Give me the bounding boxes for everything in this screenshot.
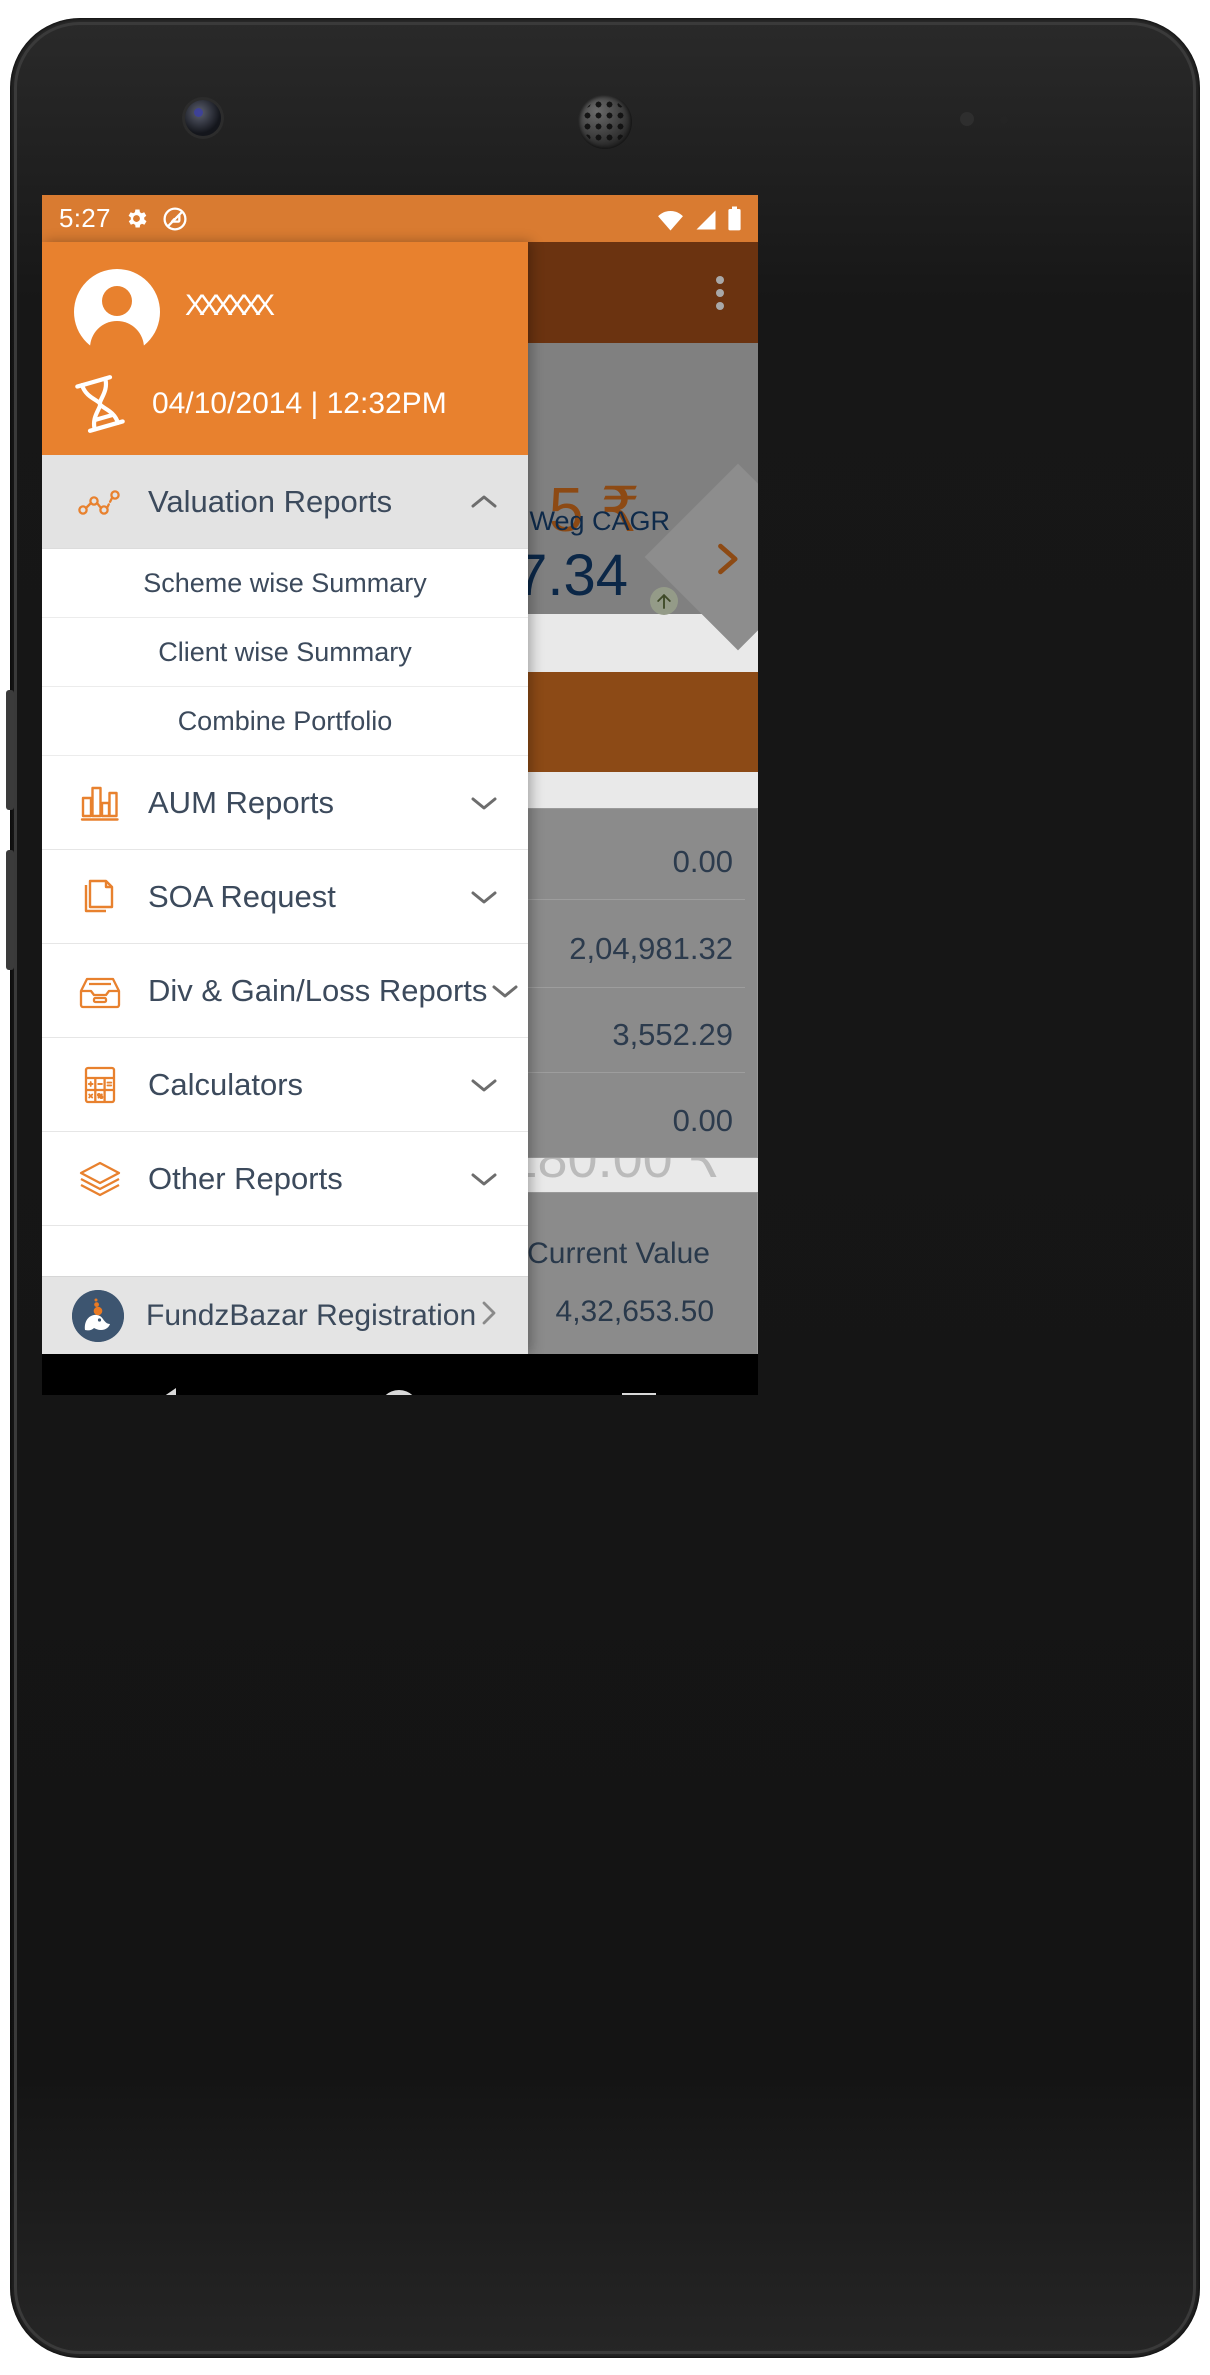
menu-item-calculators[interactable]: Calculators (42, 1038, 528, 1132)
light-sensor (1000, 116, 1008, 124)
navigation-drawer: XXXXXX 04/10/2014 | 12:32PM Valuation Re… (42, 242, 528, 1354)
background-value-row: 2,04,981.32 (569, 931, 733, 966)
drawer-datetime-label: 04/10/2014 | 12:32PM (152, 387, 447, 420)
status-bar: 5:27 (42, 195, 758, 242)
status-bar-clock: 5:27 (59, 203, 111, 233)
gear-icon (128, 209, 147, 228)
menu-item-label: AUM Reports (148, 784, 335, 820)
phone-device: 5 ₹ Weg CAGR 7.34 9,180.00 ₹ 0.00 2,04,9… (0, 0, 1210, 2375)
menu-item-soa-request[interactable]: SOA Request (42, 850, 528, 944)
background-cagr-value: 7.34 (515, 543, 628, 608)
arrow-up-icon (650, 587, 678, 615)
menu-item-label: SOA Request (148, 878, 336, 914)
status-bar-left: 5:27 (42, 203, 188, 234)
calculator-icon (72, 1063, 128, 1107)
chevron-down-icon[interactable] (466, 887, 502, 907)
battery-icon (728, 206, 741, 231)
drawer-menu-list: Valuation Reports Scheme wise Summary Cl… (42, 455, 528, 1276)
menu-group-other-reports: Other Reports (42, 1132, 528, 1226)
power-button[interactable] (6, 850, 14, 970)
menu-group-div-gain-loss-reports: Div & Gain/Loss Reports (42, 944, 528, 1038)
bar-chart-icon (72, 781, 128, 825)
chevron-down-icon[interactable] (466, 1075, 502, 1095)
menu-group-valuation-reports: Valuation Reports Scheme wise Summary Cl… (42, 455, 528, 756)
chevron-down-icon[interactable] (487, 981, 523, 1001)
drawer-header: XXXXXX 04/10/2014 | 12:32PM (42, 242, 528, 455)
menu-group-soa-request: SOA Request (42, 850, 528, 944)
menu-group-aum-reports: AUM Reports (42, 756, 528, 850)
submenu-item-client-wise-summary[interactable]: Client wise Summary (42, 618, 528, 687)
menu-item-label: Valuation Reports (148, 483, 393, 519)
background-cagr-label: Weg CAGR (529, 506, 670, 536)
front-camera-icon (185, 100, 221, 136)
chevron-down-icon[interactable] (466, 1169, 502, 1189)
earpiece-speaker (578, 95, 632, 149)
menu-item-label: Other Reports (148, 1160, 343, 1196)
background-value-row: 0.00 (672, 844, 733, 879)
background-current-value-label: Current Value (527, 1237, 710, 1270)
chevron-down-icon[interactable] (466, 793, 502, 813)
background-current-value: 4,32,653.50 (555, 1295, 714, 1328)
chevron-up-icon[interactable] (466, 492, 502, 512)
kebab-menu-icon[interactable] (716, 276, 724, 310)
line-chart-nodes-icon (72, 484, 128, 520)
status-bar-right (657, 206, 758, 231)
submenu-item-combine-portfolio[interactable]: Combine Portfolio (42, 687, 528, 756)
fundzbazar-registration-label: FundzBazar Registration (146, 1298, 477, 1332)
file-tray-icon (72, 971, 128, 1011)
person-avatar-icon[interactable] (74, 269, 160, 355)
documents-icon (72, 875, 128, 919)
phone-screen: 5 ₹ Weg CAGR 7.34 9,180.00 ₹ 0.00 2,04,9… (42, 195, 758, 1395)
sync-disabled-icon (163, 206, 187, 231)
android-nav-bar (42, 1354, 758, 1395)
menu-item-div-gain-loss-reports[interactable]: Div & Gain/Loss Reports (42, 944, 528, 1038)
triangle-back-icon[interactable] (143, 1388, 176, 1395)
background-value-row: 0.00 (672, 1103, 733, 1138)
signal-icon (696, 210, 716, 230)
layers-icon (72, 1158, 128, 1200)
menu-item-label: Calculators (148, 1066, 304, 1102)
username-label: XXXXXX (185, 289, 275, 322)
hourglass-icon (75, 375, 125, 433)
menu-item-other-reports[interactable]: Other Reports (42, 1132, 528, 1226)
submenu-item-scheme-wise-summary[interactable]: Scheme wise Summary (42, 549, 528, 618)
menu-item-aum-reports[interactable]: AUM Reports (42, 756, 528, 850)
menu-item-valuation-reports[interactable]: Valuation Reports (42, 455, 528, 549)
circle-home-icon[interactable] (378, 1390, 419, 1395)
drawer-footer[interactable]: FundzBazar Registration (42, 1276, 528, 1354)
wifi-icon (658, 210, 683, 231)
menu-group-calculators: Calculators (42, 1038, 528, 1132)
chevron-right-icon[interactable] (704, 531, 748, 587)
fundzbazar-logo-icon (72, 1289, 124, 1342)
proximity-sensor (960, 112, 974, 126)
drawer-date-row: 04/10/2014 | 12:32PM (68, 372, 447, 436)
volume-button[interactable] (6, 690, 14, 810)
chevron-right-icon[interactable] (478, 1298, 506, 1333)
background-value-row: 3,552.29 (612, 1017, 733, 1052)
menu-item-label: Div & Gain/Loss Reports (148, 972, 488, 1008)
square-recents-icon[interactable] (622, 1393, 657, 1395)
